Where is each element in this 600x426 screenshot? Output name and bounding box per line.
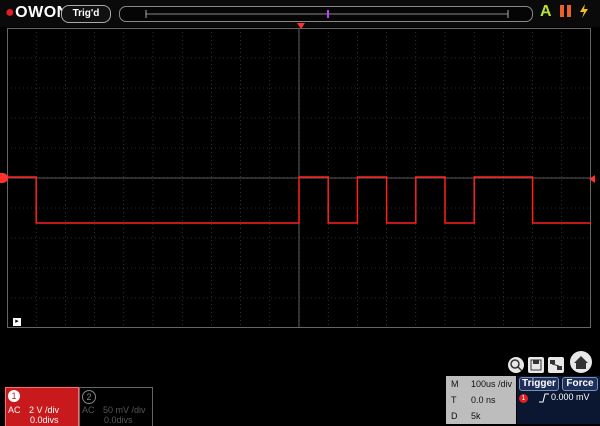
force-button[interactable]: Force (562, 377, 598, 391)
rising-edge-icon (538, 392, 552, 403)
trigger-level-value: 0.000 mV (551, 392, 590, 402)
channel1-volts-div: 2 V /div (29, 405, 60, 415)
main-timebase-value: 100us /div (471, 379, 513, 389)
lightning-icon[interactable] (578, 3, 590, 24)
search-icon[interactable] (508, 357, 524, 373)
channel1-offset: 0.0divs (30, 415, 59, 425)
trigger-point-marker (297, 23, 305, 29)
trigger-channel-icon: 1 (519, 394, 528, 403)
save-icon[interactable] (528, 357, 544, 373)
memory-position-bar[interactable] (119, 6, 533, 22)
channel2-coupling: AC (82, 405, 95, 415)
channel2-number: 2 (82, 390, 96, 404)
trigger-time-value: 0.0 ns (471, 395, 496, 405)
network-icon[interactable] (548, 357, 564, 373)
trigger-info: 1 0.000 mV (519, 392, 590, 403)
channel2-offset: 0.0divs (104, 415, 133, 425)
brand-logo: ●OWON (5, 4, 69, 21)
channel1-coupling: AC (8, 405, 21, 415)
pause-icon[interactable] (559, 3, 573, 24)
home-icon[interactable] (570, 351, 592, 373)
channel1-number: 1 (8, 390, 20, 402)
toolbar (506, 351, 596, 377)
main-timebase-row: M 100us /div (446, 376, 516, 392)
waveform-display[interactable]: ▸ (0, 23, 595, 328)
memory-depth-value: 5k (471, 411, 481, 421)
trigger-button[interactable]: Trigger (519, 377, 559, 391)
channel2-marker[interactable]: ▸ (13, 318, 21, 326)
trigger-time-row: T 0.0 ns (446, 392, 516, 408)
timebase-panel[interactable]: M 100us /div T 0.0 ns D 5k (446, 376, 516, 424)
auto-set-icon[interactable]: A (540, 3, 552, 21)
trigger-panel: Trigger Force 1 0.000 mV (517, 376, 600, 424)
channel2-panel[interactable]: 2 AC 50 mV /div 0.0divs (79, 387, 153, 426)
channel1-panel[interactable]: 1 AC 2 V /div 0.0divs (5, 387, 79, 426)
trigger-status: Trig'd (61, 5, 111, 23)
depth-row: D 5k (446, 408, 516, 424)
channel2-volts-div: 50 mV /div (103, 405, 146, 415)
trigger-level-marker[interactable] (589, 175, 595, 183)
